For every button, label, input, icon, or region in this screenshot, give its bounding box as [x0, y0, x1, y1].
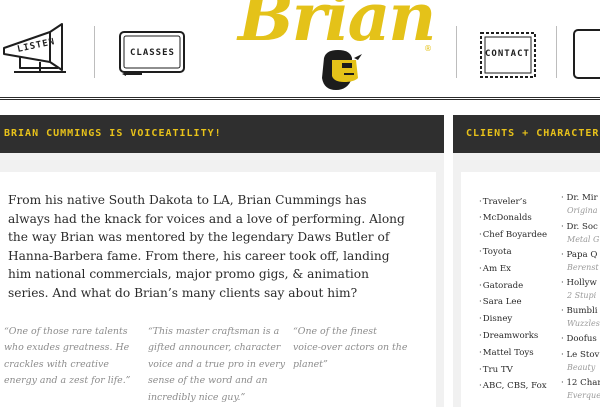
character-name: · 12 Char: [561, 378, 600, 388]
quote-line: who exudes greatness. He: [4, 342, 130, 354]
quote-line: crackles with creative: [4, 358, 109, 370]
section-title-clients: CLIENTS + CHARACTERS: [466, 128, 600, 139]
quote-line: gifted announcer, character: [148, 342, 281, 354]
client-name: Gatorade: [482, 281, 524, 291]
quote-2: “This master craftsman is a gifted annou…: [148, 324, 288, 406]
mascot-head-icon: [322, 50, 362, 90]
character-name: · Hollyw: [561, 278, 597, 288]
quote-line: voice-over actors on the: [293, 342, 408, 354]
client-name: Mattel Toys: [482, 348, 534, 358]
client-item: ·Mattel Toys: [479, 348, 534, 358]
client-item: ·Am Ex: [479, 264, 511, 274]
nav-next-icon[interactable]: [572, 28, 600, 80]
quote-line: “This master craftsman is a: [148, 326, 280, 337]
client-item: ·Dreamworks: [479, 331, 539, 341]
client-item: ·Gatorade: [479, 281, 524, 291]
client-name: Chef Boyardee: [482, 230, 548, 240]
client-item: ·Chef Boyardee: [479, 230, 548, 240]
character-name: · Bumbli: [561, 306, 598, 316]
quote-1: “One of those rare talents who exudes gr…: [4, 324, 142, 390]
client-name: Traveler’s: [482, 197, 527, 207]
character-show: Beauty: [567, 363, 596, 372]
client-item: ·ABC, CBS, Fox: [479, 381, 547, 391]
client-item: ·Sara Lee: [479, 297, 522, 307]
client-name: Sara Lee: [482, 297, 522, 307]
registered-mark: ®: [424, 44, 432, 53]
character-show: Metal G: [567, 235, 600, 244]
character-name: · Doofus: [561, 334, 597, 344]
quote-line: incredibly nice guy.”: [148, 391, 246, 403]
nav-classes[interactable]: CLASSES: [118, 30, 188, 78]
character-name: · Dr. Soc: [561, 222, 598, 232]
character-show: Wuzzles: [567, 319, 600, 328]
quote-line: voice and a true pro in every: [148, 358, 286, 370]
quote-line: planet”: [293, 358, 328, 370]
client-item: ·McDonalds: [479, 213, 532, 223]
nav-divider: [556, 26, 557, 78]
site-header: LISTEN CLASSES Brian ® CONTACT: [0, 0, 600, 97]
quote-3: “One of the finest voice-over actors on …: [293, 324, 423, 373]
nav-divider: [94, 26, 95, 78]
logo-wordmark: Brian: [238, 0, 436, 56]
client-item: ·Traveler’s: [479, 197, 527, 207]
client-item: ·Disney: [479, 314, 513, 324]
quote-line: “One of those rare talents: [4, 326, 128, 337]
quote-line: energy and a zest for life.”: [4, 375, 131, 387]
intro-paragraph: From his native South Dakota to LA, Bria…: [8, 193, 405, 300]
character-name: · Dr. Mir: [561, 193, 598, 203]
quote-line: “One of the finest: [293, 326, 377, 337]
character-name: · Papa Q: [561, 250, 598, 260]
section-title-main: BRIAN CUMMINGS IS VOICEATILITY!: [4, 128, 222, 139]
section-bar-main: BRIAN CUMMINGS IS VOICEATILITY!: [0, 115, 444, 153]
nav-classes-label: CLASSES: [130, 48, 175, 58]
character-name: · Le Stov: [561, 350, 600, 360]
nav-listen[interactable]: LISTEN: [0, 18, 78, 80]
character-show: Berenst: [567, 263, 599, 272]
quote-line: sense of the word and an: [148, 375, 268, 387]
main-panel: From his native South Dakota to LA, Bria…: [0, 172, 436, 407]
character-show: 2 Stupi: [567, 291, 597, 300]
client-name: ABC, CBS, Fox: [482, 381, 547, 391]
client-name: McDonalds: [482, 213, 532, 223]
client-name: Am Ex: [482, 264, 511, 274]
client-name: Tru TV: [482, 365, 513, 375]
client-name: Toyota: [482, 247, 512, 257]
client-item: ·Tru TV: [479, 365, 513, 375]
header-divider: [0, 97, 600, 100]
client-item: ·Toyota: [479, 247, 512, 257]
nav-contact-label: CONTACT: [485, 49, 530, 59]
client-name: Dreamworks: [482, 331, 539, 341]
nav-divider: [456, 26, 457, 78]
section-bar-clients: CLIENTS + CHARACTERS: [453, 115, 600, 153]
character-show: Origina: [567, 206, 598, 215]
character-show: Everque: [567, 391, 600, 400]
nav-contact[interactable]: CONTACT: [478, 30, 538, 80]
client-name: Disney: [482, 314, 513, 324]
